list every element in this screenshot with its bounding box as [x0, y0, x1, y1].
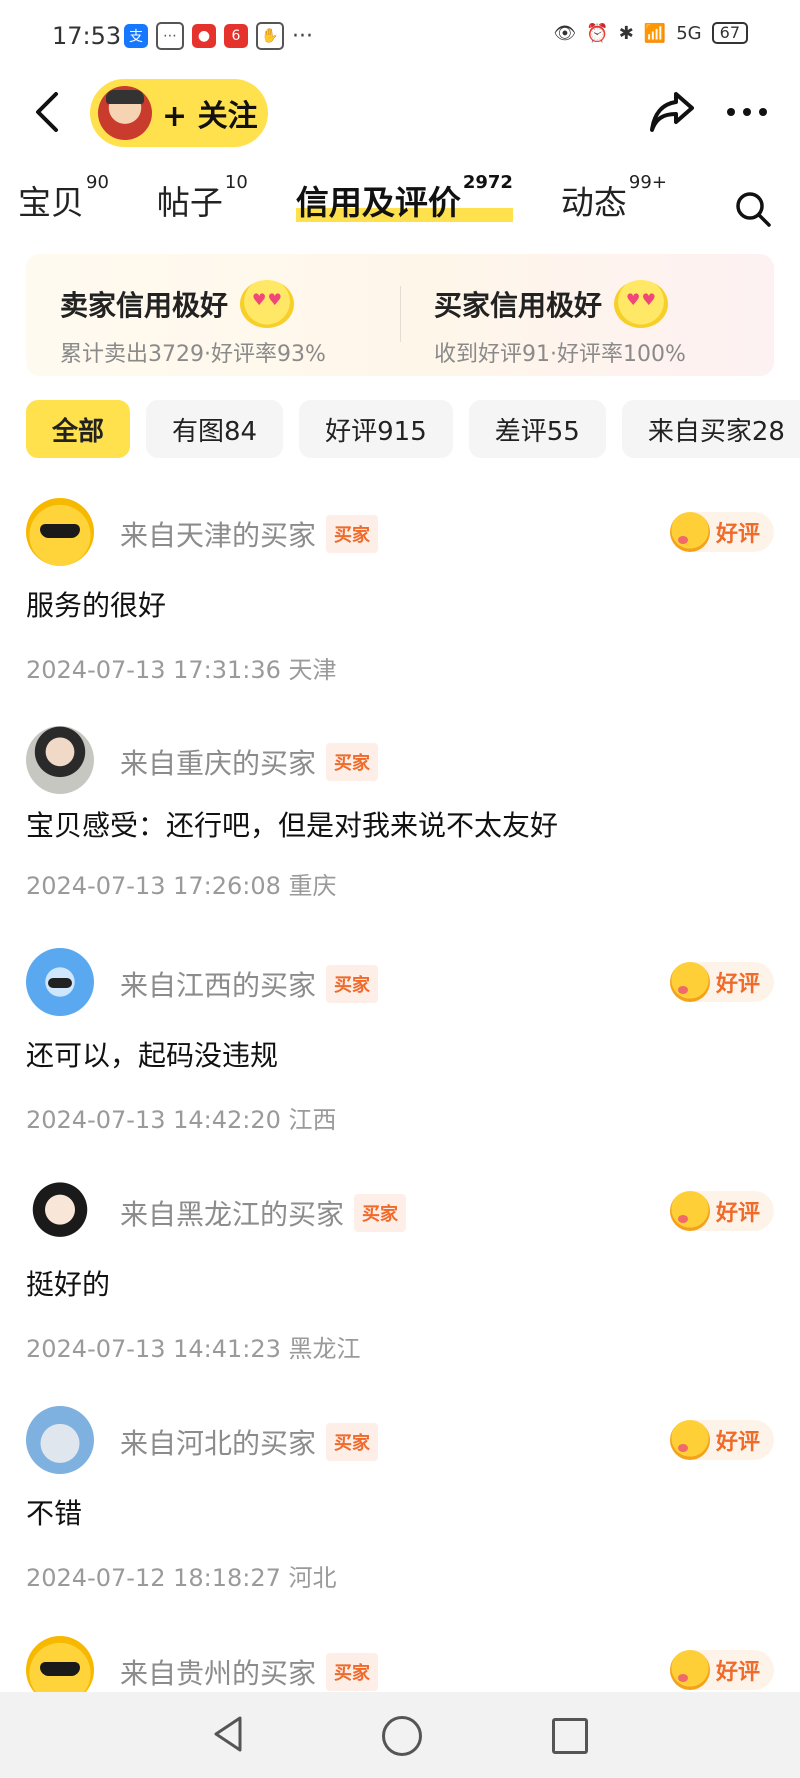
filter-all[interactable]: 全部: [26, 400, 131, 458]
tab-activity[interactable]: 动态99+: [561, 172, 667, 224]
buyer-tag: 买家: [326, 515, 379, 553]
app-618-icon: 6: [224, 24, 248, 48]
tab-credit-reviews[interactable]: 信用及评价2972: [295, 172, 513, 224]
review-text: 挺好的: [26, 1268, 111, 1301]
tab-posts[interactable]: 帖子10: [157, 172, 248, 224]
reviewer-avatar[interactable]: [26, 1177, 94, 1245]
happy-face-icon: [669, 1191, 710, 1231]
nav-back-icon[interactable]: [210, 1714, 246, 1754]
rating-badge: 好评: [669, 962, 774, 1002]
seller-credit-stats: 累计卖出3729·好评率93%: [60, 342, 326, 367]
status-time: 17:53: [52, 22, 122, 50]
reviewer-origin: 来自天津的买家 买家: [120, 514, 379, 554]
review-item[interactable]: 来自重庆的买家 买家 宝贝感受：还行吧，但是对我来说不太友好 2024-07-13…: [26, 726, 774, 916]
seller-avatar[interactable]: [98, 86, 152, 140]
buyer-tag: 买家: [326, 965, 379, 1003]
review-item[interactable]: 来自贵州的买家 买家 好评: [26, 1636, 774, 1692]
reviewer-origin: 来自河北的买家 买家: [120, 1422, 379, 1462]
hand-icon: ✋: [256, 22, 284, 50]
review-item[interactable]: 来自黑龙江的买家 买家 好评 挺好的 2024-07-13 14:41:23 黑龙…: [26, 1177, 774, 1367]
filter-with-images[interactable]: 有图84: [146, 400, 284, 458]
status-app-icons: 支 ⋯ ● 6 ✋ ···: [124, 22, 313, 50]
app-red-icon: ●: [192, 24, 216, 48]
review-meta: 2024-07-13 17:26:08 重庆: [26, 872, 337, 900]
divider: [400, 286, 401, 342]
happy-face-icon: [669, 1650, 710, 1690]
buyer-tag: 买家: [354, 1194, 407, 1232]
follow-button[interactable]: + 关注: [90, 79, 268, 147]
status-right: 👁 ⏰ ✱ 📶 5G 67: [553, 22, 748, 44]
alarm-icon: ⏰: [586, 22, 609, 44]
buyer-credit-title: 买家信用极好: [434, 289, 603, 322]
review-item[interactable]: 来自天津的买家 买家 好评 服务的很好 2024-07-13 17:31:36 天…: [26, 498, 774, 688]
buyer-credit-stats: 收到好评91·好评率100%: [434, 342, 686, 367]
tab-items[interactable]: 宝贝90: [18, 172, 109, 224]
reviewer-origin: 来自贵州的买家 买家: [120, 1652, 379, 1692]
battery-indicator: 67: [711, 22, 748, 44]
rating-badge: 好评: [669, 1420, 774, 1460]
reviewer-origin: 来自重庆的买家 买家: [120, 742, 379, 782]
rating-badge: 好评: [669, 1191, 774, 1231]
buyer-credit: 买家信用极好 收到好评91·好评率100%: [434, 280, 686, 368]
reviewer-avatar[interactable]: [26, 498, 94, 566]
review-meta: 2024-07-12 18:18:27 河北: [26, 1564, 337, 1592]
review-text: 宝贝感受：还行吧，但是对我来说不太友好: [26, 809, 559, 842]
filter-from-buyers[interactable]: 来自买家28: [621, 400, 800, 458]
credit-summary-card: 卖家信用极好 累计卖出3729·好评率93% 买家信用极好 收到好评91·好评率…: [26, 254, 774, 376]
seller-credit: 卖家信用极好 累计卖出3729·好评率93%: [60, 280, 326, 368]
nav-home-icon[interactable]: [382, 1716, 422, 1756]
review-filters: 全部 有图84 好评915 差评55 来自买家28: [26, 400, 800, 458]
bluetooth-icon: ✱: [618, 22, 634, 44]
more-status-icon: ···: [292, 23, 313, 49]
follow-label: + 关注: [162, 99, 258, 134]
network-label: 5G: [676, 22, 702, 44]
review-item[interactable]: 来自河北的买家 买家 好评 不错 2024-07-12 18:18:27 河北: [26, 1406, 774, 1596]
seller-credit-title: 卖家信用极好: [60, 289, 229, 322]
buyer-tag: 买家: [326, 743, 379, 781]
buyer-tag: 买家: [326, 1423, 379, 1461]
alipay-icon: 支: [124, 24, 148, 48]
happy-face-icon: [669, 512, 710, 552]
more-options-icon[interactable]: [727, 108, 767, 116]
review-text: 服务的很好: [26, 589, 167, 622]
share-icon[interactable]: [648, 90, 696, 134]
profile-tabs: 宝贝90 帖子10 信用及评价2972 动态99+: [18, 172, 715, 224]
chat-icon: ⋯: [156, 22, 184, 50]
review-meta: 2024-07-13 14:41:23 黑龙江: [26, 1335, 361, 1363]
review-meta: 2024-07-13 14:42:20 江西: [26, 1106, 337, 1134]
search-icon[interactable]: [734, 190, 772, 228]
happy-face-icon: [669, 962, 710, 1002]
heart-eyes-emoji-icon: [240, 280, 295, 328]
happy-face-icon: [669, 1420, 710, 1460]
buyer-tag: 买家: [326, 1653, 379, 1691]
reviewer-origin: 来自黑龙江的买家 买家: [120, 1193, 407, 1233]
filter-positive[interactable]: 好评915: [299, 400, 453, 458]
rating-badge: 好评: [669, 512, 774, 552]
review-meta: 2024-07-13 17:31:36 天津: [26, 656, 337, 684]
review-text: 不错: [26, 1497, 83, 1530]
heart-eyes-emoji-icon: [614, 280, 669, 328]
back-arrow-icon[interactable]: [28, 88, 68, 136]
reviewer-avatar[interactable]: [26, 1406, 94, 1474]
eye-icon: 👁: [553, 22, 577, 44]
reviewer-origin: 来自江西的买家 买家: [120, 964, 379, 1004]
reviewer-avatar[interactable]: [26, 726, 94, 794]
wifi-icon: 📶: [643, 22, 667, 44]
review-item[interactable]: 来自江西的买家 买家 好评 还可以，起码没违规 2024-07-13 14:42:…: [26, 948, 774, 1138]
reviewer-avatar[interactable]: [26, 948, 94, 1016]
reviewer-avatar[interactable]: [26, 1636, 94, 1692]
nav-recent-apps-icon[interactable]: [552, 1718, 588, 1754]
rating-badge: 好评: [669, 1650, 774, 1690]
review-text: 还可以，起码没违规: [26, 1039, 279, 1072]
filter-negative[interactable]: 差评55: [468, 400, 606, 458]
